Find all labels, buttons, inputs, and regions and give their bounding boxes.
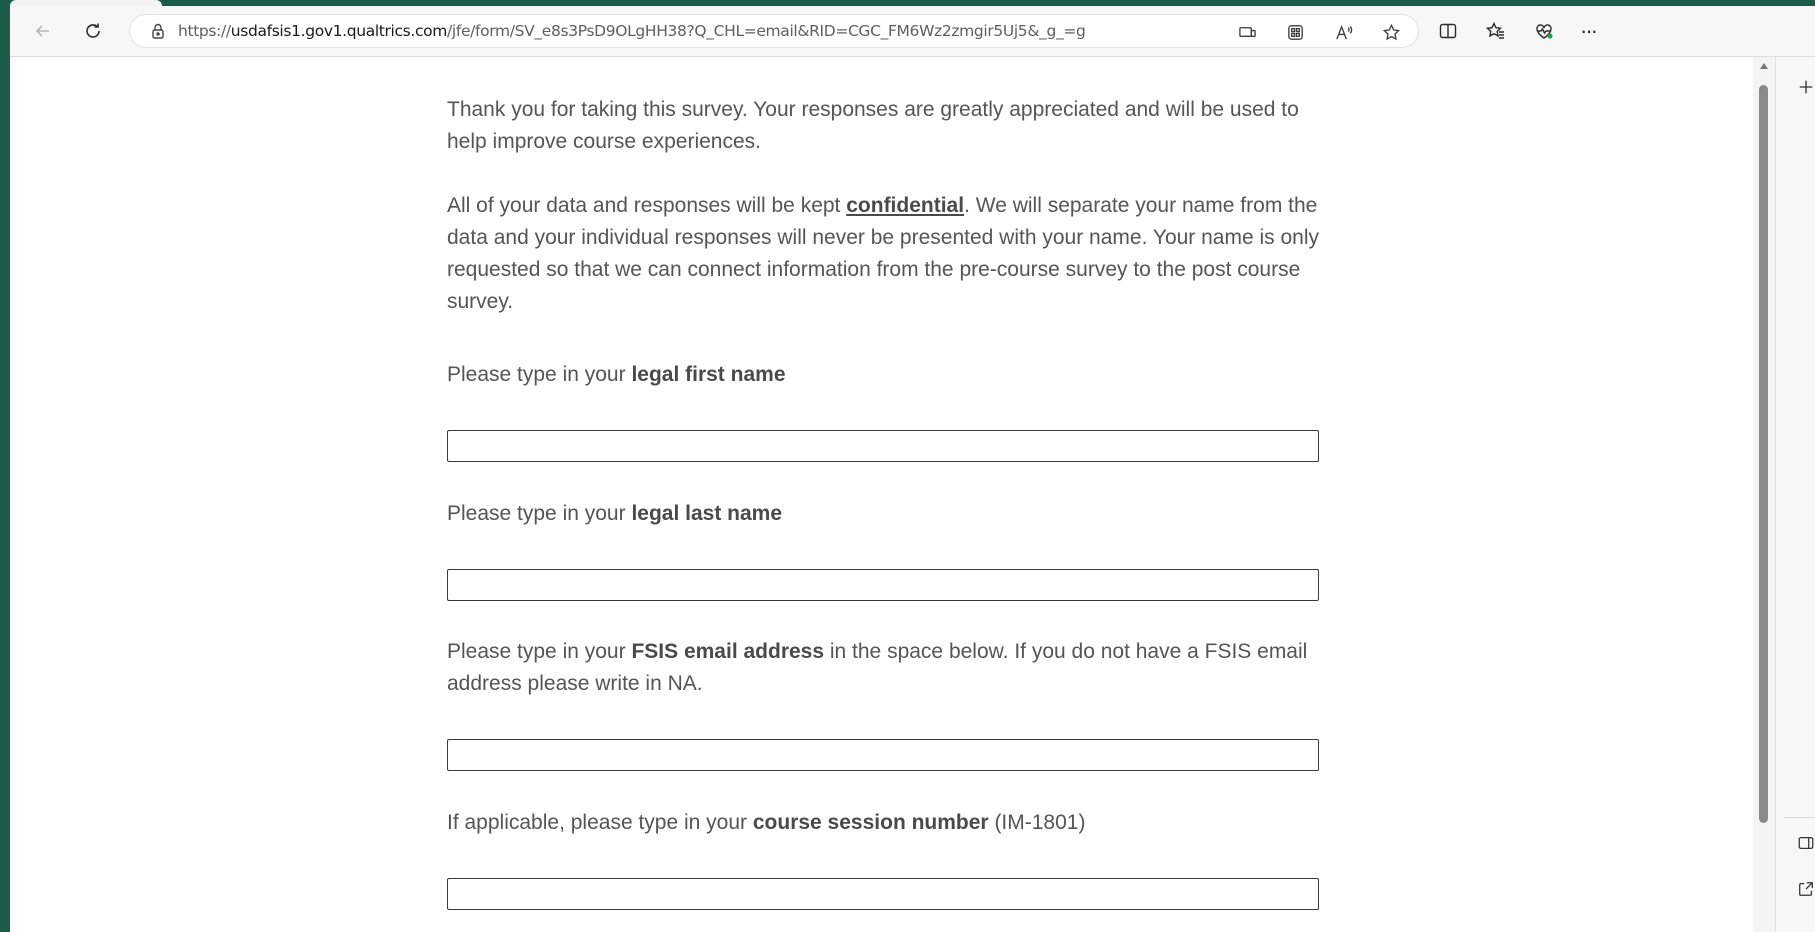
q4-prefix: If applicable, please type in your (447, 811, 753, 834)
split-screen-button[interactable] (1433, 16, 1463, 46)
browser-essentials-button[interactable] (1529, 16, 1559, 46)
url-path: /jfe/form/SV_e8s3PsD9OLgHH38?Q_CHL=email… (447, 22, 1086, 40)
external-link-icon (1799, 882, 1813, 896)
scroll-up-arrow-icon[interactable] (1760, 63, 1768, 69)
q4-suffix: (IM-1801) (988, 811, 1086, 834)
vertical-scrollbar[interactable] (1753, 57, 1775, 932)
apps-button[interactable] (1284, 21, 1306, 43)
edge-sidebar (1775, 57, 1815, 932)
question-last-name-label: Please type in your legal last name (447, 498, 1327, 530)
browser-window: https://usdafsis1.gov1.qualtrics.com/jfe… (10, 6, 1815, 932)
split-screen-icon (1439, 23, 1457, 39)
favorite-star-icon (1382, 23, 1400, 40)
browser-essentials-icon (1536, 24, 1553, 39)
add-sidebar-button[interactable] (1796, 77, 1815, 97)
apps-icon (1287, 24, 1303, 40)
last-name-input[interactable] (447, 569, 1319, 601)
question-email-label: Please type in your FSIS email address i… (447, 636, 1327, 700)
refresh-button[interactable] (78, 16, 108, 46)
q3-prefix: Please type in your (447, 640, 632, 663)
q1-bold: legal first name (631, 363, 786, 386)
email-input[interactable] (447, 739, 1319, 771)
lock-icon[interactable] (148, 21, 168, 41)
scrollbar-thumb[interactable] (1759, 85, 1768, 823)
sidebar-divider (1784, 817, 1815, 818)
q2-prefix: Please type in your (447, 502, 632, 525)
cast-icon (1238, 26, 1256, 37)
q3-bold: FSIS email address (631, 640, 825, 663)
address-bar[interactable]: https://usdafsis1.gov1.qualtrics.com/jfe… (130, 15, 1418, 47)
url-text[interactable]: https://usdafsis1.gov1.qualtrics.com/jfe… (178, 22, 1086, 40)
cast-button[interactable] (1236, 21, 1258, 43)
hide-sidebar-button[interactable] (1796, 833, 1815, 853)
browser-toolbar: https://usdafsis1.gov1.qualtrics.com/jfe… (10, 6, 1815, 57)
question-first-name-label: Please type in your legal first name (447, 359, 1327, 391)
more-menu-button[interactable]: ··· (1573, 16, 1603, 46)
intro-paragraph-1: Thank you for taking this survey. Your r… (447, 98, 1299, 153)
intro-paragraph-2: All of your data and responses will be k… (447, 190, 1327, 318)
back-icon (35, 25, 49, 37)
refresh-icon (86, 23, 100, 38)
url-prefix: https:// (178, 22, 231, 40)
intro-p2-text: All of your data and responses will be k… (447, 194, 847, 217)
q2-bold: legal last name (631, 502, 783, 525)
confidential-emphasis: confidential (846, 194, 965, 217)
favorite-button[interactable] (1380, 21, 1402, 43)
sidebar-toggle-icon (1798, 836, 1814, 850)
question-session-number-label: If applicable, please type in your cours… (447, 807, 1327, 839)
first-name-input[interactable] (447, 430, 1319, 462)
q4-bold: course session number (752, 811, 989, 834)
q1-prefix: Please type in your (447, 363, 632, 386)
read-aloud-button[interactable] (1332, 21, 1354, 43)
survey-page: Thank you for taking this survey. Your r… (10, 57, 1753, 932)
favorites-icon (1486, 21, 1504, 39)
favorites-button[interactable] (1481, 16, 1511, 46)
open-in-window-button[interactable] (1796, 879, 1815, 899)
url-host: usdafsis1.gov1.qualtrics.com (230, 22, 448, 40)
back-button[interactable] (28, 16, 58, 46)
session-number-input[interactable] (447, 878, 1319, 910)
survey-intro: Thank you for taking this survey. Your r… (447, 94, 1327, 318)
read-aloud-icon (1335, 24, 1352, 39)
add-icon (1799, 80, 1813, 94)
